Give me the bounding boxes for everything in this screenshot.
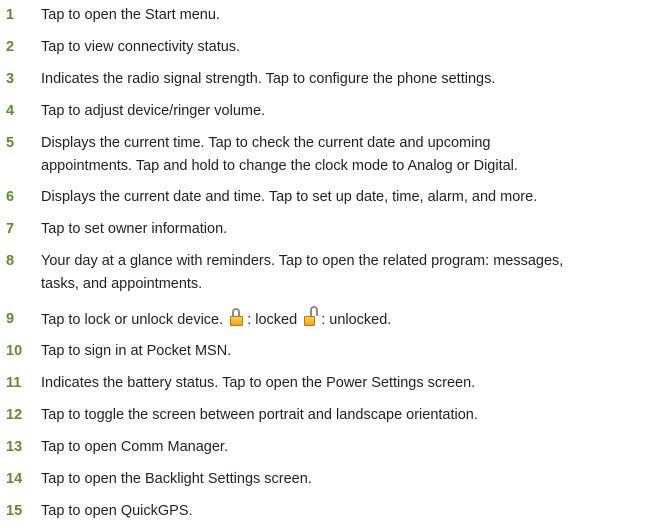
item-description: Tap to open the Backlight Settings scree… [41, 471, 312, 487]
item-description-line: Your day at a glance with reminders. Tap… [41, 253, 564, 269]
item-number: 1 [6, 7, 15, 23]
unlocked-label: : unlocked. [321, 312, 392, 328]
item-description: Tap to open Comm Manager. [41, 439, 228, 455]
item-description: Tap to sign in at Pocket MSN. [41, 343, 232, 359]
item-description: Indicates the battery status. Tap to ope… [41, 375, 476, 391]
locked-label: : locked [247, 312, 298, 328]
item-number: 15 [6, 503, 23, 519]
item-description: Tap to lock or unlock device. : locked :… [41, 306, 666, 332]
item-description: Tap to set owner information. [41, 221, 228, 237]
item-description: Displays the current date and time. Tap … [41, 189, 538, 205]
item-number: 14 [6, 471, 23, 487]
item-description: Tap to view connectivity status. [41, 39, 241, 55]
item-description: Tap to adjust device/ringer volume. [41, 103, 266, 119]
callout-list: 1 Tap to open the Start menu. 2 Tap to v… [0, 0, 670, 528]
item-number: 6 [6, 189, 15, 205]
item-description-line: tasks, and appointments. [41, 276, 203, 292]
item-description: Tap to open QuickGPS. [41, 503, 193, 519]
item-number: 4 [6, 103, 15, 119]
unlocked-padlock-icon [304, 306, 319, 326]
lock-description-text: Tap to lock or unlock device. [41, 312, 224, 328]
item-description: Indicates the radio signal strength. Tap… [41, 71, 496, 87]
item-number: 8 [6, 253, 15, 269]
item-number: 11 [6, 375, 22, 391]
item-description-line: appointments. Tap and hold to change the… [41, 158, 518, 174]
item-number: 2 [6, 39, 15, 55]
item-number: 3 [6, 71, 15, 87]
item-number: 5 [6, 135, 15, 151]
locked-padlock-icon [230, 308, 244, 326]
item-number: 7 [6, 221, 15, 237]
item-description-line: Displays the current time. Tap to check … [41, 135, 491, 151]
item-description: Your day at a glance with reminders. Tap… [41, 250, 666, 296]
item-number: 12 [6, 407, 23, 423]
item-number: 9 [6, 311, 15, 327]
item-description: Displays the current time. Tap to check … [41, 132, 666, 178]
item-number: 13 [6, 439, 23, 455]
item-description: Tap to toggle the screen between portrai… [41, 407, 478, 423]
item-description: Tap to open the Start menu. [41, 7, 220, 23]
item-number: 10 [6, 343, 23, 359]
